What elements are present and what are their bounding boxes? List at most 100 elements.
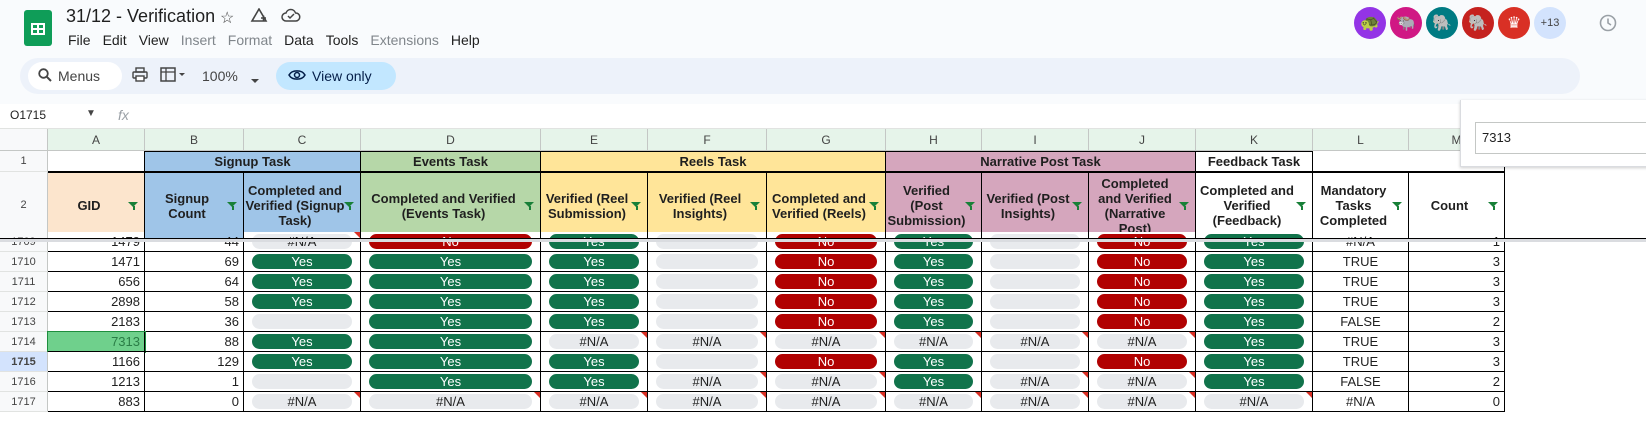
status-chip-yes[interactable]: Yes [369,294,532,309]
crown-avatar-icon[interactable]: ♛ [1498,7,1530,39]
cell-d[interactable]: Yes [361,312,541,332]
cell-d[interactable]: No [361,232,541,252]
find-input[interactable]: 7313 [1475,122,1646,154]
status-chip-yes[interactable]: Yes [894,274,973,289]
cell-count[interactable]: 3 [1409,292,1505,312]
status-chip-yes[interactable]: Yes [369,314,532,329]
status-chip-yes[interactable]: Yes [252,254,352,269]
column-header-d[interactable]: D [361,129,541,151]
status-chip[interactable]: #N/A [775,334,877,349]
status-chip-yes[interactable]: Yes [894,354,973,369]
status-chip[interactable]: #N/A [1204,394,1304,409]
status-chip-no[interactable]: No [775,294,877,309]
column-header-k[interactable]: K [1196,129,1313,151]
row-header-1710[interactable]: 1710 [0,252,48,272]
status-chip[interactable]: #N/A [656,374,758,389]
cell-k[interactable]: Yes [1196,372,1313,392]
cell-g[interactable]: #N/A [767,392,886,412]
status-chip[interactable]: #N/A [252,394,352,409]
filter-icon[interactable] [1296,201,1307,210]
cell-f[interactable] [648,312,767,332]
cell-d[interactable]: #N/A [361,392,541,412]
status-chip-no[interactable]: No [1097,254,1187,269]
status-chip[interactable]: #N/A [990,334,1080,349]
cell-j[interactable]: No [1089,272,1196,292]
cell-count[interactable]: 0 [1409,392,1505,412]
cell-count[interactable]: 2 [1409,372,1505,392]
row-header-1709[interactable]: 1709 [0,232,48,252]
cell-h[interactable]: Yes [886,252,982,272]
status-chip[interactable] [656,314,758,329]
cell-j[interactable]: #N/A [1089,332,1196,352]
column-header-a[interactable]: A [48,129,145,151]
row-header-1711[interactable]: 1711 [0,272,48,292]
status-chip-no[interactable]: No [775,354,877,369]
menu-item-view[interactable]: View [133,31,175,49]
menu-item-edit[interactable]: Edit [97,31,133,49]
filter-icon[interactable] [965,201,976,210]
status-chip-yes[interactable]: Yes [549,274,639,289]
row-header-1713[interactable]: 1713 [0,312,48,332]
cell-e[interactable]: #N/A [541,392,648,412]
row-header-1712[interactable]: 1712 [0,292,48,312]
status-chip[interactable]: #N/A [1097,394,1187,409]
cell-g[interactable]: No [767,252,886,272]
cell-signup-count[interactable]: 129 [145,352,244,372]
cell-c[interactable] [244,312,361,332]
cell-gid[interactable]: 883 [48,392,145,412]
column-header-i[interactable]: I [982,129,1089,151]
cell-e[interactable]: Yes [541,232,648,252]
cell-c[interactable]: #N/A [244,392,361,412]
cell-e[interactable]: Yes [541,292,648,312]
status-chip-yes[interactable]: Yes [549,374,639,389]
cell-d[interactable]: Yes [361,332,541,352]
cell-count[interactable]: 2 [1409,312,1505,332]
status-chip[interactable]: #N/A [775,374,877,389]
cell-h[interactable]: Yes [886,312,982,332]
status-chip-no[interactable]: No [775,314,877,329]
column-header-j[interactable]: J [1089,129,1196,151]
filter-icon[interactable] [1179,201,1190,210]
status-chip-yes[interactable]: Yes [369,274,532,289]
filter-icon[interactable] [1072,201,1083,210]
status-chip[interactable]: #N/A [656,334,758,349]
cell-f[interactable]: #N/A [648,372,767,392]
status-chip[interactable]: #N/A [1097,334,1187,349]
cell-e[interactable]: Yes [541,312,648,332]
cell-e[interactable]: Yes [541,372,648,392]
star-icon[interactable]: ☆ [220,8,234,28]
column-header-l[interactable]: L [1313,129,1409,151]
filter-icon[interactable] [869,201,880,210]
filter-icon[interactable] [344,201,355,210]
filter-icon[interactable] [631,201,642,210]
cell-signup-count[interactable]: 36 [145,312,244,332]
status-chip-yes[interactable]: Yes [252,274,352,289]
cell-f[interactable] [648,232,767,252]
filter-icon[interactable] [524,201,535,210]
name-box-dropdown-icon[interactable]: ▼ [86,108,96,119]
column-header-h[interactable]: H [886,129,982,151]
cell-i[interactable]: #N/A [982,372,1089,392]
cell-i[interactable]: #N/A [982,332,1089,352]
status-chip-no[interactable]: No [1097,274,1187,289]
status-chip-yes[interactable]: Yes [894,314,973,329]
menu-item-data[interactable]: Data [278,31,320,49]
cell-j[interactable]: No [1089,352,1196,372]
column-header-g[interactable]: G [767,129,886,151]
status-chip-no[interactable]: No [775,274,877,289]
cell-i[interactable] [982,252,1089,272]
status-chip-yes[interactable]: Yes [369,374,532,389]
status-chip-yes[interactable]: Yes [369,354,532,369]
cell-c[interactable] [244,372,361,392]
cell-f[interactable]: #N/A [648,332,767,352]
column-header-f[interactable]: F [648,129,767,151]
row-header-1716[interactable]: 1716 [0,372,48,392]
cell-j[interactable]: No [1089,312,1196,332]
cell-signup-count[interactable]: 44 [145,232,244,252]
row-header-1[interactable]: 1 [0,151,48,172]
cell-h[interactable]: Yes [886,232,982,252]
cell-h[interactable]: #N/A [886,332,982,352]
status-chip[interactable] [252,374,352,389]
cell-f[interactable] [648,252,767,272]
cell-h[interactable]: #N/A [886,392,982,412]
